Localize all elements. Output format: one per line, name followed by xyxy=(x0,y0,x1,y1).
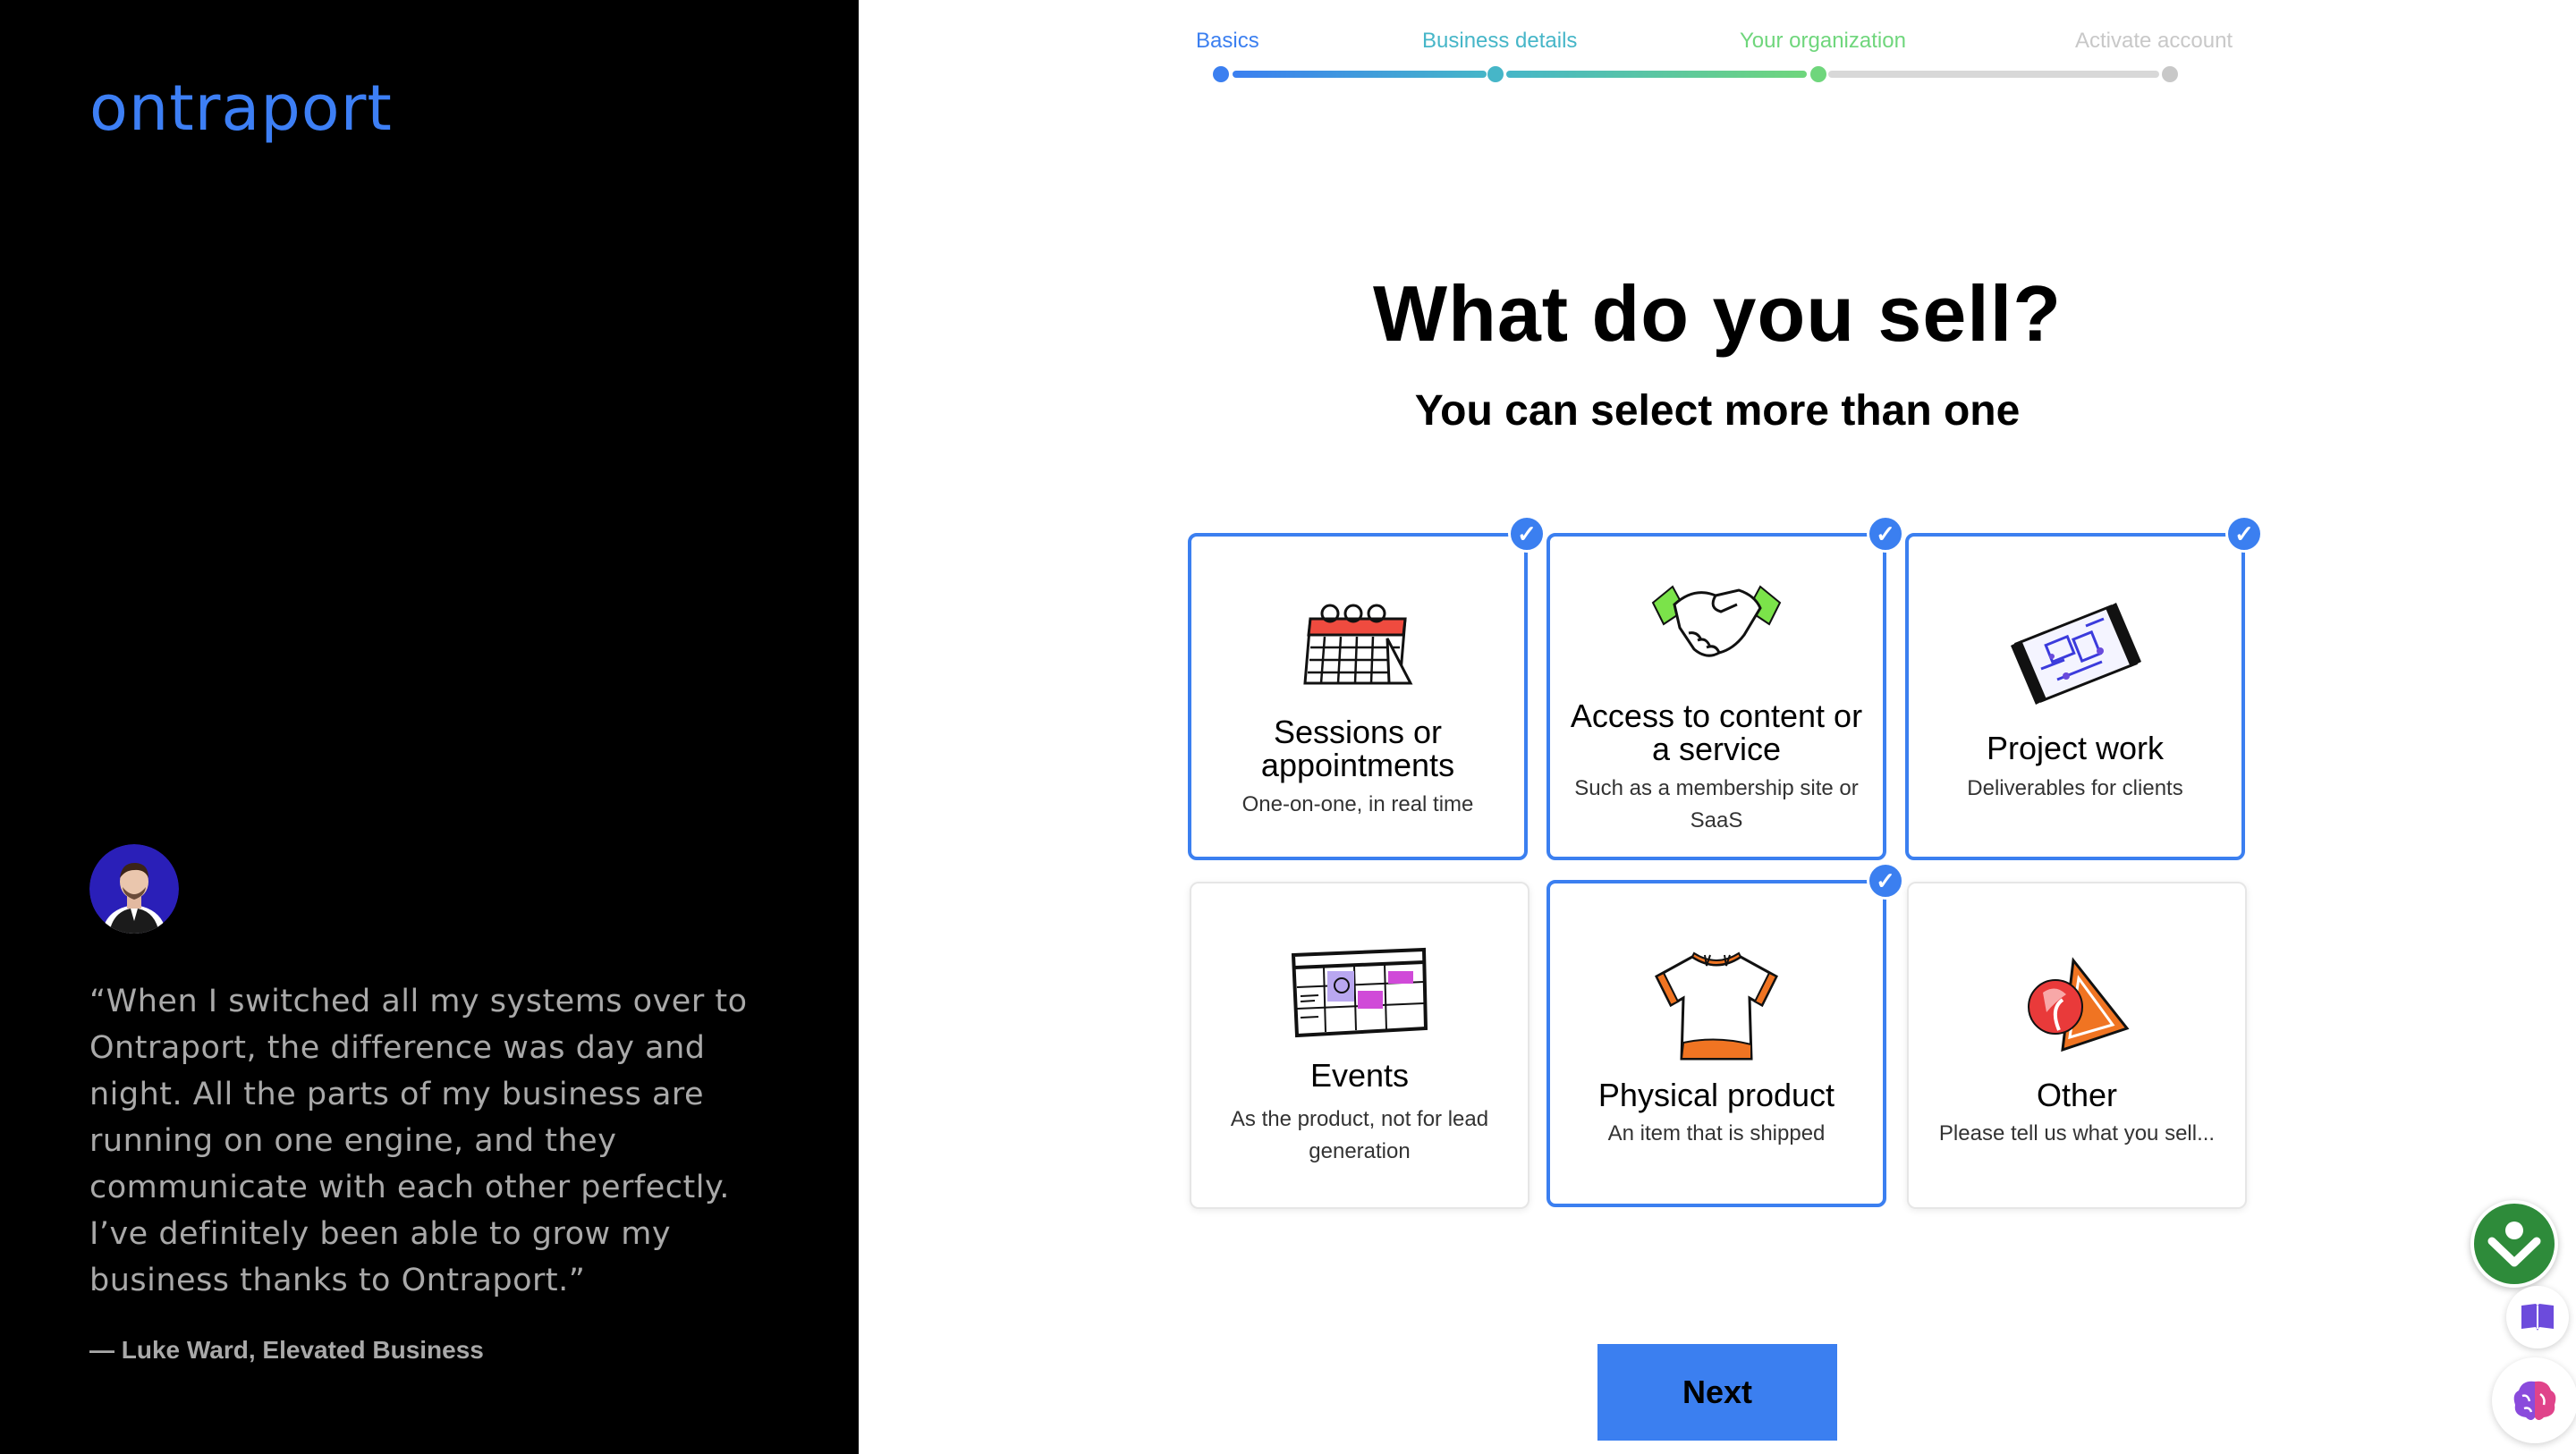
option-project-work-card[interactable]: ✓ Project work Deliverables for clients xyxy=(1905,515,2263,860)
option-description: As the product, not for lead generation xyxy=(1230,1107,1489,1163)
option-description: One-on-one, in real time xyxy=(1241,792,1474,816)
step-basics[interactable]: Basics xyxy=(1196,29,1259,54)
next-button[interactable]: Next xyxy=(1597,1344,1837,1441)
ai-brain-widget-button[interactable] xyxy=(2492,1357,2576,1443)
option-physical-product-card[interactable]: ✓ Physical product An item that is shipp… xyxy=(1546,862,1904,1207)
selected-check-icon: ✓ xyxy=(2225,515,2263,553)
step-dot-activate-account xyxy=(2162,66,2178,82)
brain-icon xyxy=(2513,1381,2556,1420)
step-activate-account: Activate account xyxy=(2075,29,2233,53)
option-description: An item that is shipped xyxy=(1607,1121,1826,1145)
tshirt-icon xyxy=(1655,951,1778,1061)
testimonial-panel: ontraport “When I switched all my system… xyxy=(0,0,859,1454)
selected-check-icon: ✓ xyxy=(1867,515,1904,553)
option-title: Other xyxy=(2036,1077,2118,1113)
calendar-icon xyxy=(1303,604,1413,685)
reader-widget-button[interactable] xyxy=(2506,1286,2569,1348)
option-title: Events xyxy=(1309,1057,1410,1094)
page-subtitle: You can select more than one xyxy=(1414,387,2021,435)
page-title: What do you sell? xyxy=(1373,269,2062,358)
option-title: Physical product xyxy=(1597,1077,1835,1113)
progress-segment-3 xyxy=(1828,71,2159,78)
option-title: Access to content or a service xyxy=(1570,697,1863,767)
option-description: Such as a membership site or SaaS xyxy=(1574,776,1859,833)
avatar xyxy=(89,844,179,934)
option-events-card[interactable]: Events As the product, not for lead gene… xyxy=(1190,882,1530,1209)
book-icon xyxy=(2521,1304,2554,1331)
blueprint-icon xyxy=(2011,603,2141,705)
handshake-icon xyxy=(1651,585,1782,657)
step-dot-business-details xyxy=(1487,66,1504,82)
testimonial-quote: “When I switched all my systems over to … xyxy=(89,984,748,1298)
option-title: Sessions or appointments xyxy=(1260,714,1455,783)
option-sessions-card[interactable]: ✓ Sessions or appointments One-on-one, i… xyxy=(1188,515,1546,860)
chevron-down-icon xyxy=(2487,1222,2541,1267)
ontraport-logo[interactable]: ontraport xyxy=(89,72,393,145)
testimonial-attribution: — Luke Ward, Elevated Business xyxy=(89,1336,484,1364)
option-other-card[interactable]: Other Please tell us what you sell... xyxy=(1907,882,2247,1209)
option-description: Please tell us what you sell... xyxy=(1938,1121,2216,1145)
event-schedule-icon xyxy=(1291,947,1428,1038)
assistant-widget-button[interactable] xyxy=(2470,1200,2558,1288)
option-access-card[interactable]: ✓ Access to content or a service Such as… xyxy=(1546,515,1904,860)
step-your-organization[interactable]: Your organization xyxy=(1740,29,1906,54)
option-description: Deliverables for clients xyxy=(1967,776,2183,800)
shapes-icon xyxy=(2028,957,2130,1052)
step-dot-basics xyxy=(1213,66,1229,82)
step-business-details[interactable]: Business details xyxy=(1422,29,1577,54)
option-title: Project work xyxy=(1986,730,2165,766)
step-dot-your-organization xyxy=(1810,66,1826,82)
selected-check-icon: ✓ xyxy=(1867,862,1904,900)
selected-check-icon: ✓ xyxy=(1508,515,1546,553)
progress-segment-1 xyxy=(1233,71,1487,78)
progress-segment-2 xyxy=(1506,71,1807,78)
